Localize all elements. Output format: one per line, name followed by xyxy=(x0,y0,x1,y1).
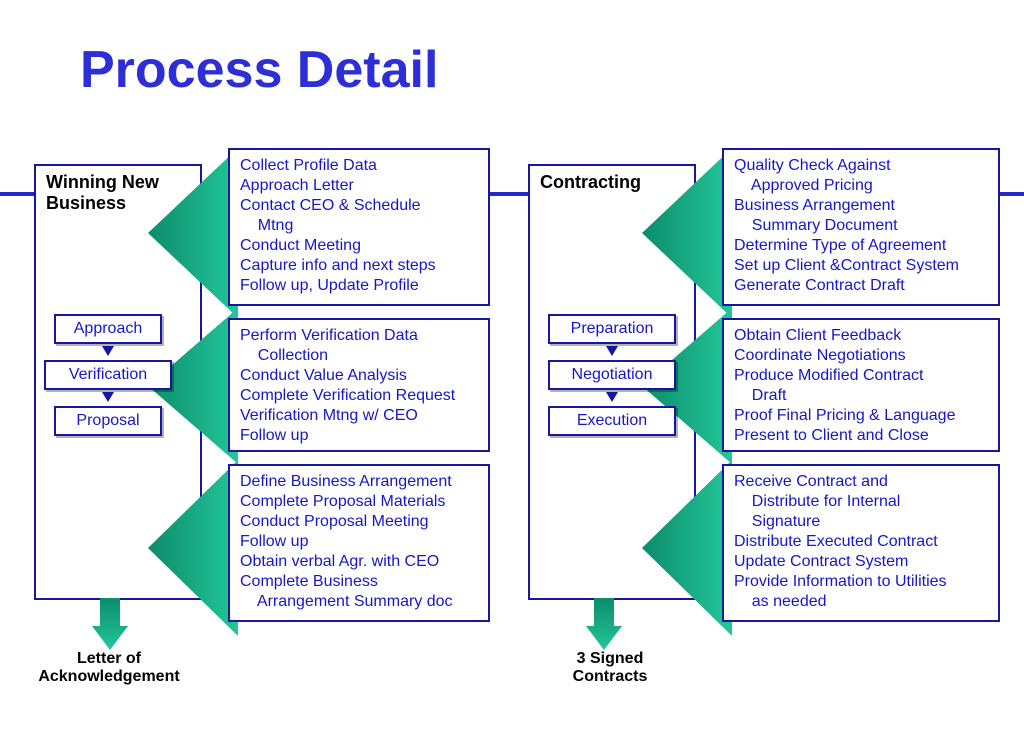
detail-box-preparation: Quality Check Against Approved PricingBu… xyxy=(722,148,1000,306)
detail-line: Approach Letter xyxy=(240,176,478,196)
detail-line: Complete Verification Request xyxy=(240,386,478,406)
callout-wedge-icon xyxy=(148,460,238,636)
detail-box-negotiation: Obtain Client FeedbackCoordinate Negotia… xyxy=(722,318,1000,452)
timeline-bar xyxy=(0,192,34,196)
arrow-down-icon xyxy=(102,346,114,356)
detail-line: Update Contract System xyxy=(734,552,988,572)
arrow-down-icon xyxy=(606,346,618,356)
detail-line: Produce Modified Contract xyxy=(734,366,988,386)
detail-line: Determine Type of Agreement xyxy=(734,236,988,256)
step-box-approach: Approach xyxy=(54,314,162,344)
output-label: 3 Signed Contracts xyxy=(540,650,680,685)
slide: Process Detail Winning New Business Appr… xyxy=(0,0,1024,756)
detail-line: Generate Contract Draft xyxy=(734,276,988,296)
detail-box-proposal: Define Business ArrangementComplete Prop… xyxy=(228,464,490,622)
detail-line: Mtng xyxy=(240,216,478,236)
detail-line: Business Arrangement xyxy=(734,196,988,216)
detail-line: Summary Document xyxy=(734,216,988,236)
step-box-proposal: Proposal xyxy=(54,406,162,436)
detail-line: as needed xyxy=(734,592,988,612)
step-box-negotiation: Negotiation xyxy=(548,360,676,390)
detail-line: Follow up xyxy=(240,426,478,446)
detail-line: Draft xyxy=(734,386,988,406)
detail-line: Follow up, Update Profile xyxy=(240,276,478,296)
detail-line: Complete Proposal Materials xyxy=(240,492,478,512)
detail-line: Collect Profile Data xyxy=(240,156,478,176)
detail-box-verification: Perform Verification Data CollectionCond… xyxy=(228,318,490,452)
detail-line: Complete Business xyxy=(240,572,478,592)
detail-line: Conduct Value Analysis xyxy=(240,366,478,386)
detail-line: Perform Verification Data xyxy=(240,326,478,346)
detail-line: Arrangement Summary doc xyxy=(240,592,478,612)
detail-line: Capture info and next steps xyxy=(240,256,478,276)
output-label: Letter of Acknowledgement xyxy=(24,650,194,685)
detail-line: Conduct Meeting xyxy=(240,236,478,256)
detail-line: Approved Pricing xyxy=(734,176,988,196)
output-arrow-icon xyxy=(92,598,128,650)
callout-wedge-icon xyxy=(148,148,238,318)
arrow-down-icon xyxy=(102,392,114,402)
output-arrow-icon xyxy=(586,598,622,650)
detail-line: Obtain Client Feedback xyxy=(734,326,988,346)
output-text: 3 Signed Contracts xyxy=(573,650,648,685)
page-title: Process Detail xyxy=(80,40,438,100)
detail-line: Follow up xyxy=(240,532,478,552)
step-box-verification: Verification xyxy=(44,360,172,390)
detail-box-approach: Collect Profile DataApproach LetterConta… xyxy=(228,148,490,306)
callout-wedge-icon xyxy=(642,460,732,636)
detail-line: Obtain verbal Agr. with CEO xyxy=(240,552,478,572)
detail-line: Contact CEO & Schedule xyxy=(240,196,478,216)
callout-wedge-icon xyxy=(642,148,732,318)
detail-line: Distribute for Internal xyxy=(734,492,988,512)
detail-line: Set up Client &Contract System xyxy=(734,256,988,276)
step-box-preparation: Preparation xyxy=(548,314,676,344)
arrow-down-icon xyxy=(606,392,618,402)
detail-line: Signature xyxy=(734,512,988,532)
output-text: Letter of Acknowledgement xyxy=(38,650,179,685)
detail-line: Verification Mtng w/ CEO xyxy=(240,406,478,426)
detail-line: Define Business Arrangement xyxy=(240,472,478,492)
step-box-execution: Execution xyxy=(548,406,676,436)
detail-line: Provide Information to Utilities xyxy=(734,572,988,592)
detail-line: Coordinate Negotiations xyxy=(734,346,988,366)
detail-line: Proof Final Pricing & Language xyxy=(734,406,988,426)
detail-box-execution: Receive Contract and Distribute for Inte… xyxy=(722,464,1000,622)
detail-line: Collection xyxy=(240,346,478,366)
detail-line: Quality Check Against xyxy=(734,156,988,176)
detail-line: Conduct Proposal Meeting xyxy=(240,512,478,532)
detail-line: Present to Client and Close xyxy=(734,426,988,446)
detail-line: Distribute Executed Contract xyxy=(734,532,988,552)
detail-line: Receive Contract and xyxy=(734,472,988,492)
